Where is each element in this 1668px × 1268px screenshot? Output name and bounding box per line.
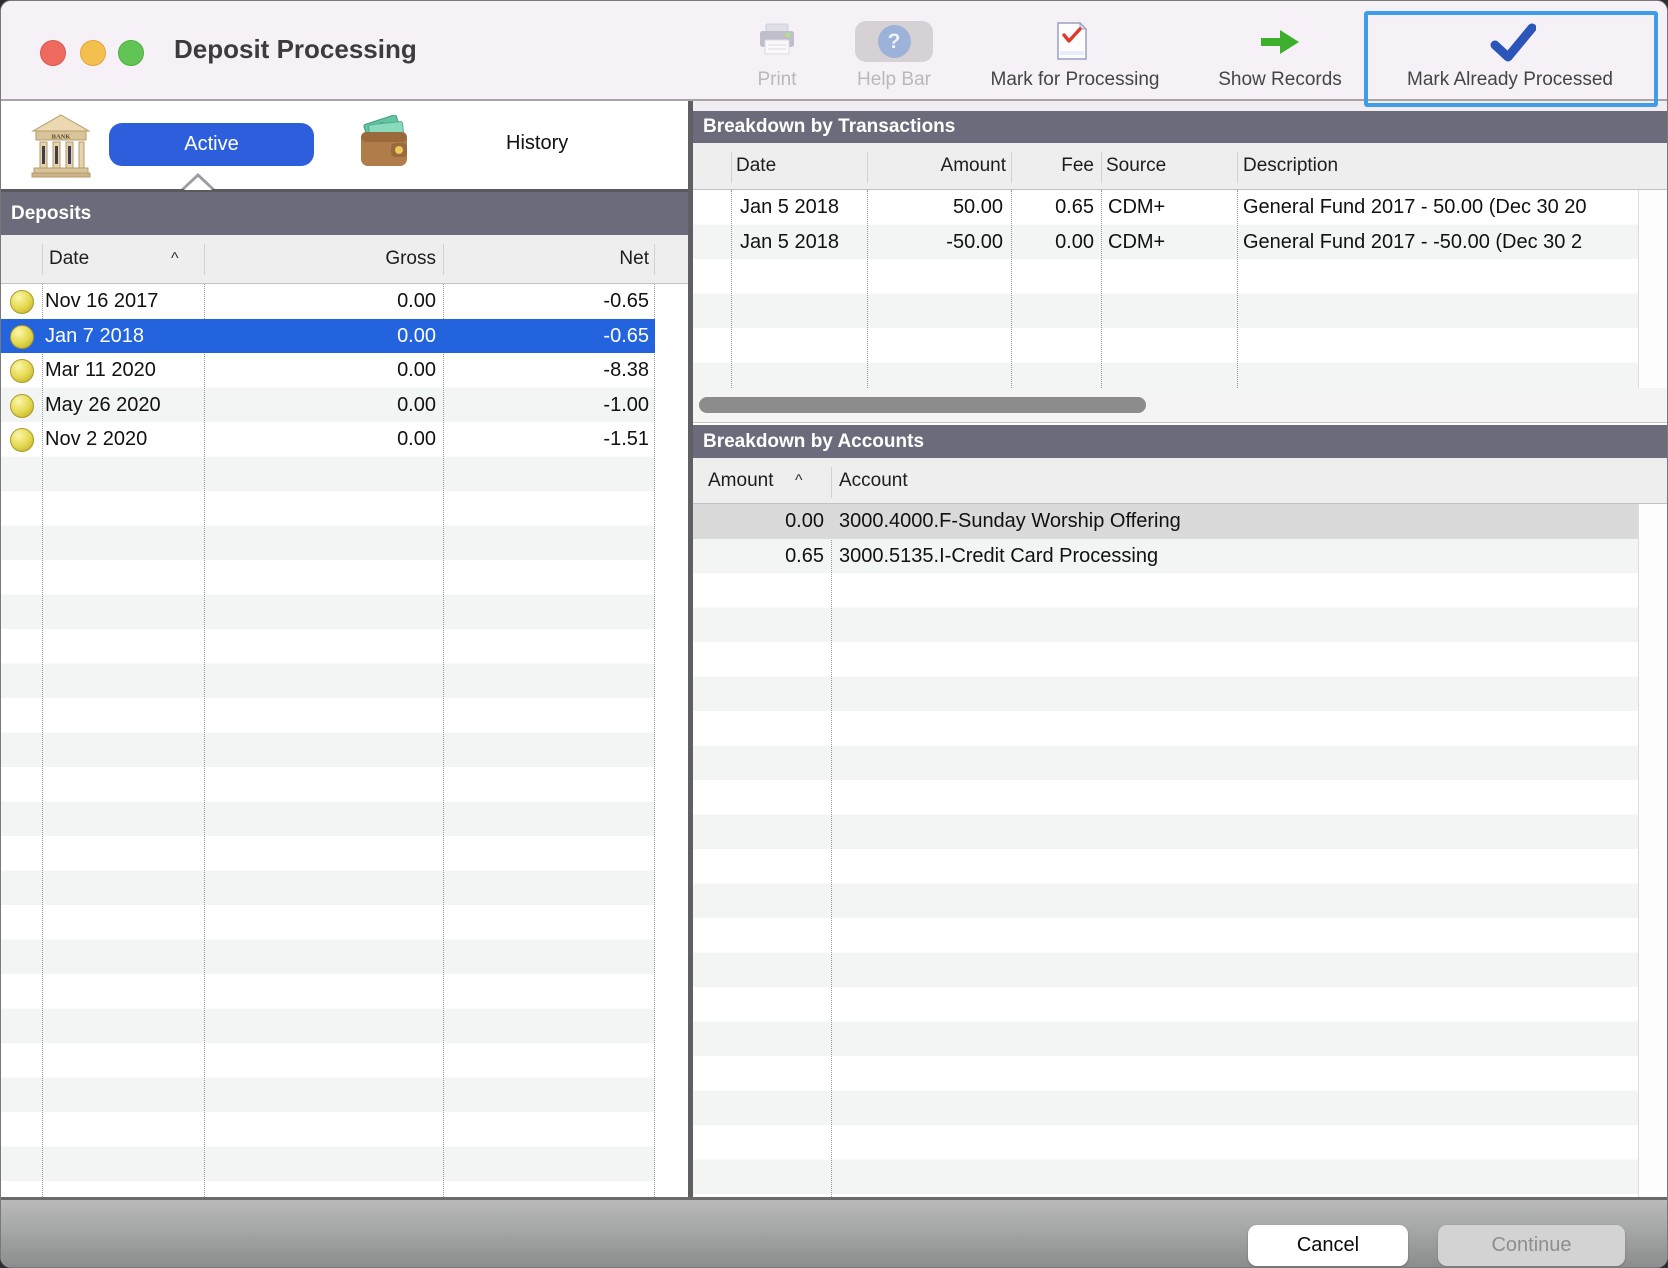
transactions-col-description[interactable]: Description (1243, 155, 1338, 177)
active-tab-pointer-fill (184, 177, 212, 190)
tab-active-label: Active (184, 133, 238, 156)
transactions-table: Jan 5 2018 50.00 0.65 CDM+ General Fund … (693, 190, 1668, 388)
transactions-col-amount[interactable]: Amount (941, 155, 1006, 177)
question-mark-icon: ? (878, 25, 911, 58)
transactions-col-source[interactable]: Source (1106, 155, 1166, 177)
deposits-section-title: Deposits (11, 203, 91, 225)
accounts-vertical-scrollbar[interactable] (1638, 504, 1668, 1197)
table-row-selected[interactable]: 0.00 3000.4000.F-Sunday Worship Offering (693, 504, 1638, 539)
accounts-col-account[interactable]: Account (839, 470, 908, 492)
accounts-col-amount[interactable]: Amount (708, 470, 773, 492)
help-bar-icon: ? (855, 21, 933, 62)
mark-for-processing-button[interactable]: Mark for Processing (991, 69, 1160, 91)
table-row[interactable]: Nov 2 2020 0.00 -1.51 (1, 422, 655, 457)
deposit-status-icon (10, 359, 34, 383)
page-title: Deposit Processing (174, 34, 417, 65)
transactions-section-header: Breakdown by Transactions (693, 111, 1668, 143)
accounts-section-title: Breakdown by Accounts (703, 431, 924, 453)
cancel-button[interactable]: Cancel (1248, 1225, 1408, 1266)
transactions-column-header: Date Amount Fee Source Description (693, 143, 1668, 190)
accounts-section-header: Breakdown by Accounts (693, 425, 1668, 458)
deposits-col-gross[interactable]: Gross (385, 248, 436, 270)
table-row[interactable]: 0.65 3000.5135.I-Credit Card Processing (693, 539, 1638, 574)
sort-ascending-icon: ^ (171, 250, 179, 268)
transactions-col-date[interactable]: Date (736, 155, 776, 177)
deposit-status-icon (10, 394, 34, 418)
sort-ascending-icon: ^ (795, 472, 803, 490)
cancel-button-label: Cancel (1297, 1234, 1359, 1257)
table-row[interactable]: May 26 2020 0.00 -1.00 (1, 388, 655, 423)
tab-active[interactable]: Active (109, 123, 314, 166)
table-row[interactable]: Nov 16 2017 0.00 -0.65 (1, 284, 655, 319)
accounts-table: 0.00 3000.4000.F-Sunday Worship Offering… (693, 504, 1668, 1197)
horizontal-scrollbar-thumb[interactable] (699, 397, 1146, 413)
table-row[interactable]: Jan 5 2018 -50.00 0.00 CDM+ General Fund… (693, 225, 1638, 260)
transactions-section-title: Breakdown by Transactions (703, 116, 955, 138)
deposits-col-net[interactable]: Net (619, 248, 649, 270)
help-bar-button[interactable]: Help Bar (857, 69, 931, 91)
close-window-button[interactable] (40, 40, 66, 66)
svg-text:BANK: BANK (52, 134, 71, 141)
deposit-status-icon (10, 428, 34, 452)
highlight-border (1364, 11, 1658, 107)
deposit-processing-window: Deposit Processing Print ? Help Bar Mark… (0, 0, 1668, 1268)
bank-icon: BANK (31, 114, 91, 183)
transactions-vertical-scrollbar[interactable] (1638, 190, 1668, 388)
footer-bar: Cancel Continue (1, 1197, 1668, 1268)
mark-for-processing-icon (1056, 21, 1088, 66)
transactions-horizontal-scrollbar[interactable] (693, 388, 1668, 422)
minimize-window-button[interactable] (80, 40, 106, 66)
accounts-table-stripes (693, 504, 1638, 1197)
wallet-icon (357, 115, 415, 178)
deposit-status-icon (10, 325, 34, 349)
tab-bar: BANK Active (1, 101, 688, 189)
deposit-status-icon (10, 290, 34, 314)
deposits-section-header: Deposits (1, 192, 688, 235)
transactions-col-fee[interactable]: Fee (1061, 155, 1094, 177)
table-row[interactable]: Mar 11 2020 0.00 -8.38 (1, 353, 655, 388)
show-records-button[interactable]: Show Records (1218, 69, 1342, 91)
transactions-bottom-border (693, 422, 1668, 423)
continue-button-label: Continue (1491, 1234, 1571, 1257)
deposits-column-header: Date ^ Gross Net (1, 235, 688, 284)
print-button[interactable]: Print (757, 69, 796, 91)
table-row[interactable]: Jan 5 2018 50.00 0.65 CDM+ General Fund … (693, 190, 1638, 225)
accounts-column-header: Amount ^ Account (693, 458, 1668, 504)
tab-history[interactable]: History (506, 132, 568, 155)
zoom-window-button[interactable] (118, 40, 144, 66)
show-records-arrow-icon (1261, 28, 1299, 61)
deposits-table: Nov 16 2017 0.00 -0.65 Jan 7 2018 0.00 -… (1, 284, 688, 1197)
continue-button[interactable]: Continue (1438, 1225, 1625, 1266)
deposits-col-date[interactable]: Date (49, 248, 89, 270)
table-row-selected[interactable]: Jan 7 2018 0.00 -0.65 (1, 319, 655, 354)
print-icon (758, 23, 796, 64)
